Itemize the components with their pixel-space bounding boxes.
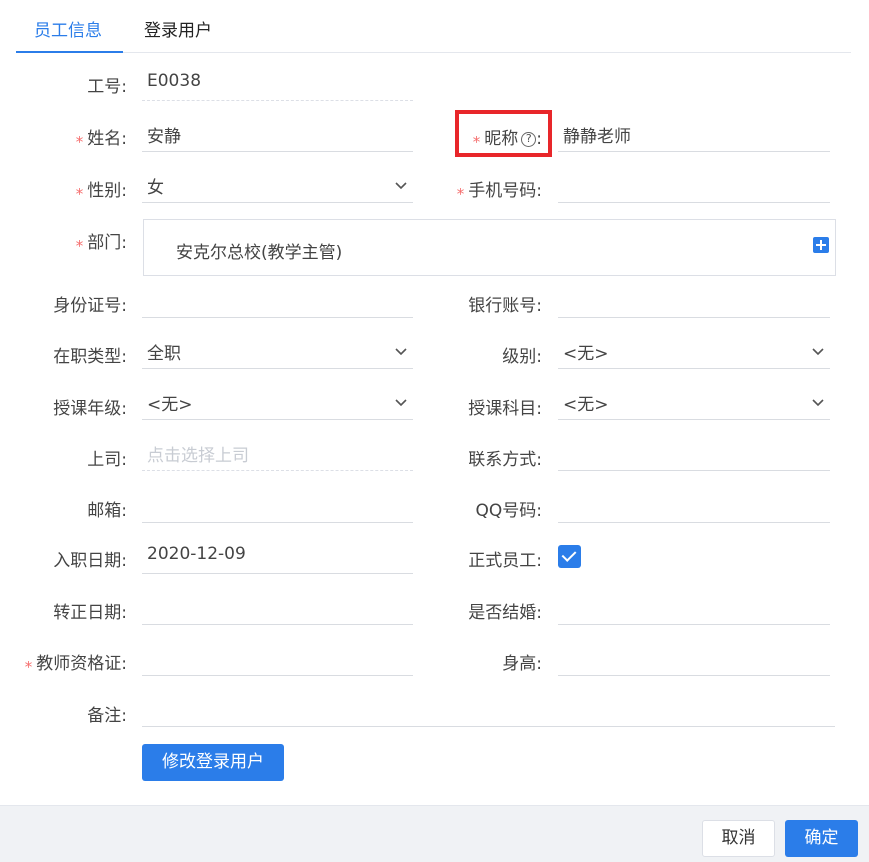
required-mark: *: [472, 133, 481, 151]
formal-employee-checkbox[interactable]: [558, 545, 581, 568]
name-label: * 姓名:: [75, 124, 127, 151]
id-card-input[interactable]: [142, 284, 413, 318]
subject-select[interactable]: <无>: [558, 386, 830, 420]
dept-value: 安克尔总校(教学主管): [176, 243, 343, 263]
dept-field[interactable]: 安克尔总校(教学主管): [143, 219, 836, 276]
regular-date-input[interactable]: [142, 591, 413, 625]
name-label-text: 姓名:: [87, 129, 127, 149]
formal-label: 正式员工:: [468, 551, 542, 571]
gender-value: 女: [147, 178, 164, 198]
cancel-button[interactable]: 取消: [702, 820, 775, 857]
active-tab-indicator: [16, 51, 123, 53]
entry-date-input[interactable]: 2020-12-09: [142, 540, 413, 574]
married-input[interactable]: [558, 591, 830, 625]
subject-value: <无>: [563, 395, 609, 415]
modify-login-user-button[interactable]: 修改登录用户: [142, 744, 284, 781]
required-mark: *: [456, 185, 465, 203]
required-mark: *: [75, 237, 84, 255]
emp-no-label: 工号:: [87, 77, 127, 97]
boss-label: 上司:: [87, 450, 127, 470]
dept-label: * 部门:: [75, 228, 127, 255]
phone-label-text: 手机号码:: [468, 181, 542, 201]
chevron-down-icon: [395, 348, 407, 356]
gender-label-text: 性别:: [87, 181, 127, 201]
tab-bar: 员工信息 登录用户: [16, 0, 851, 53]
cert-label: * 教师资格证:: [24, 649, 127, 676]
remark-input[interactable]: [142, 693, 835, 727]
grade-value: <无>: [147, 395, 193, 415]
chevron-down-icon: [812, 399, 824, 407]
height-input[interactable]: [558, 642, 830, 676]
regular-date-label: 转正日期:: [53, 603, 127, 623]
boss-picker[interactable]: 点击选择上司: [142, 437, 413, 471]
cert-input[interactable]: [142, 642, 413, 676]
bank-input[interactable]: [558, 284, 830, 318]
phone-input[interactable]: [558, 169, 830, 203]
gender-label: * 性别:: [75, 176, 127, 203]
job-type-label: 在职类型:: [53, 347, 127, 367]
gender-select[interactable]: 女: [142, 169, 413, 203]
add-dept-icon[interactable]: [813, 237, 829, 253]
level-value: <无>: [563, 344, 609, 364]
tab-login-user[interactable]: 登录用户: [144, 16, 212, 41]
chevron-down-icon: [812, 348, 824, 356]
level-label: 级别:: [502, 347, 542, 367]
dept-label-text: 部门:: [87, 233, 127, 253]
qq-input[interactable]: [558, 489, 830, 523]
chevron-down-icon: [395, 182, 407, 190]
emp-no-value: E0038: [147, 71, 202, 91]
email-input[interactable]: [142, 489, 413, 523]
entry-date-value: 2020-12-09: [147, 544, 246, 564]
height-label: 身高:: [502, 654, 542, 674]
contact-label: 联系方式:: [468, 450, 542, 470]
name-value: 安静: [147, 127, 181, 147]
nickname-value: 静静老师: [563, 127, 631, 147]
boss-placeholder: 点击选择上司: [147, 446, 249, 466]
job-type-value: 全职: [147, 344, 181, 364]
id-card-label: 身份证号:: [53, 296, 127, 316]
nickname-colon: :: [536, 129, 542, 149]
required-mark: *: [75, 185, 84, 203]
grade-select[interactable]: <无>: [142, 386, 413, 420]
email-label: 邮箱:: [87, 501, 127, 521]
nickname-label: * 昵称?:: [472, 124, 542, 151]
grade-label: 授课年级:: [53, 399, 127, 419]
entry-date-label: 入职日期:: [53, 551, 127, 571]
married-label: 是否结婚:: [468, 603, 542, 623]
nickname-input[interactable]: 静静老师: [558, 118, 830, 152]
phone-label: * 手机号码:: [456, 176, 542, 203]
required-mark: *: [75, 133, 84, 151]
cert-label-text: 教师资格证:: [36, 654, 127, 674]
subject-label: 授课科目:: [468, 399, 542, 419]
remark-label: 备注:: [87, 706, 127, 726]
required-mark: *: [24, 658, 33, 676]
qq-label: QQ号码:: [475, 501, 543, 521]
emp-no-field: E0038: [142, 67, 413, 101]
job-type-select[interactable]: 全职: [142, 335, 413, 369]
nickname-label-text: 昵称: [484, 129, 519, 149]
help-circle-icon[interactable]: ?: [521, 132, 537, 147]
confirm-button[interactable]: 确定: [785, 820, 858, 857]
name-input[interactable]: 安静: [142, 118, 413, 152]
bank-label: 银行账号:: [468, 296, 542, 316]
level-select[interactable]: <无>: [558, 335, 830, 369]
chevron-down-icon: [395, 399, 407, 407]
tab-employee-info[interactable]: 员工信息: [34, 16, 102, 41]
contact-input[interactable]: [558, 437, 830, 471]
dialog-footer: 取消 确定: [0, 805, 869, 862]
